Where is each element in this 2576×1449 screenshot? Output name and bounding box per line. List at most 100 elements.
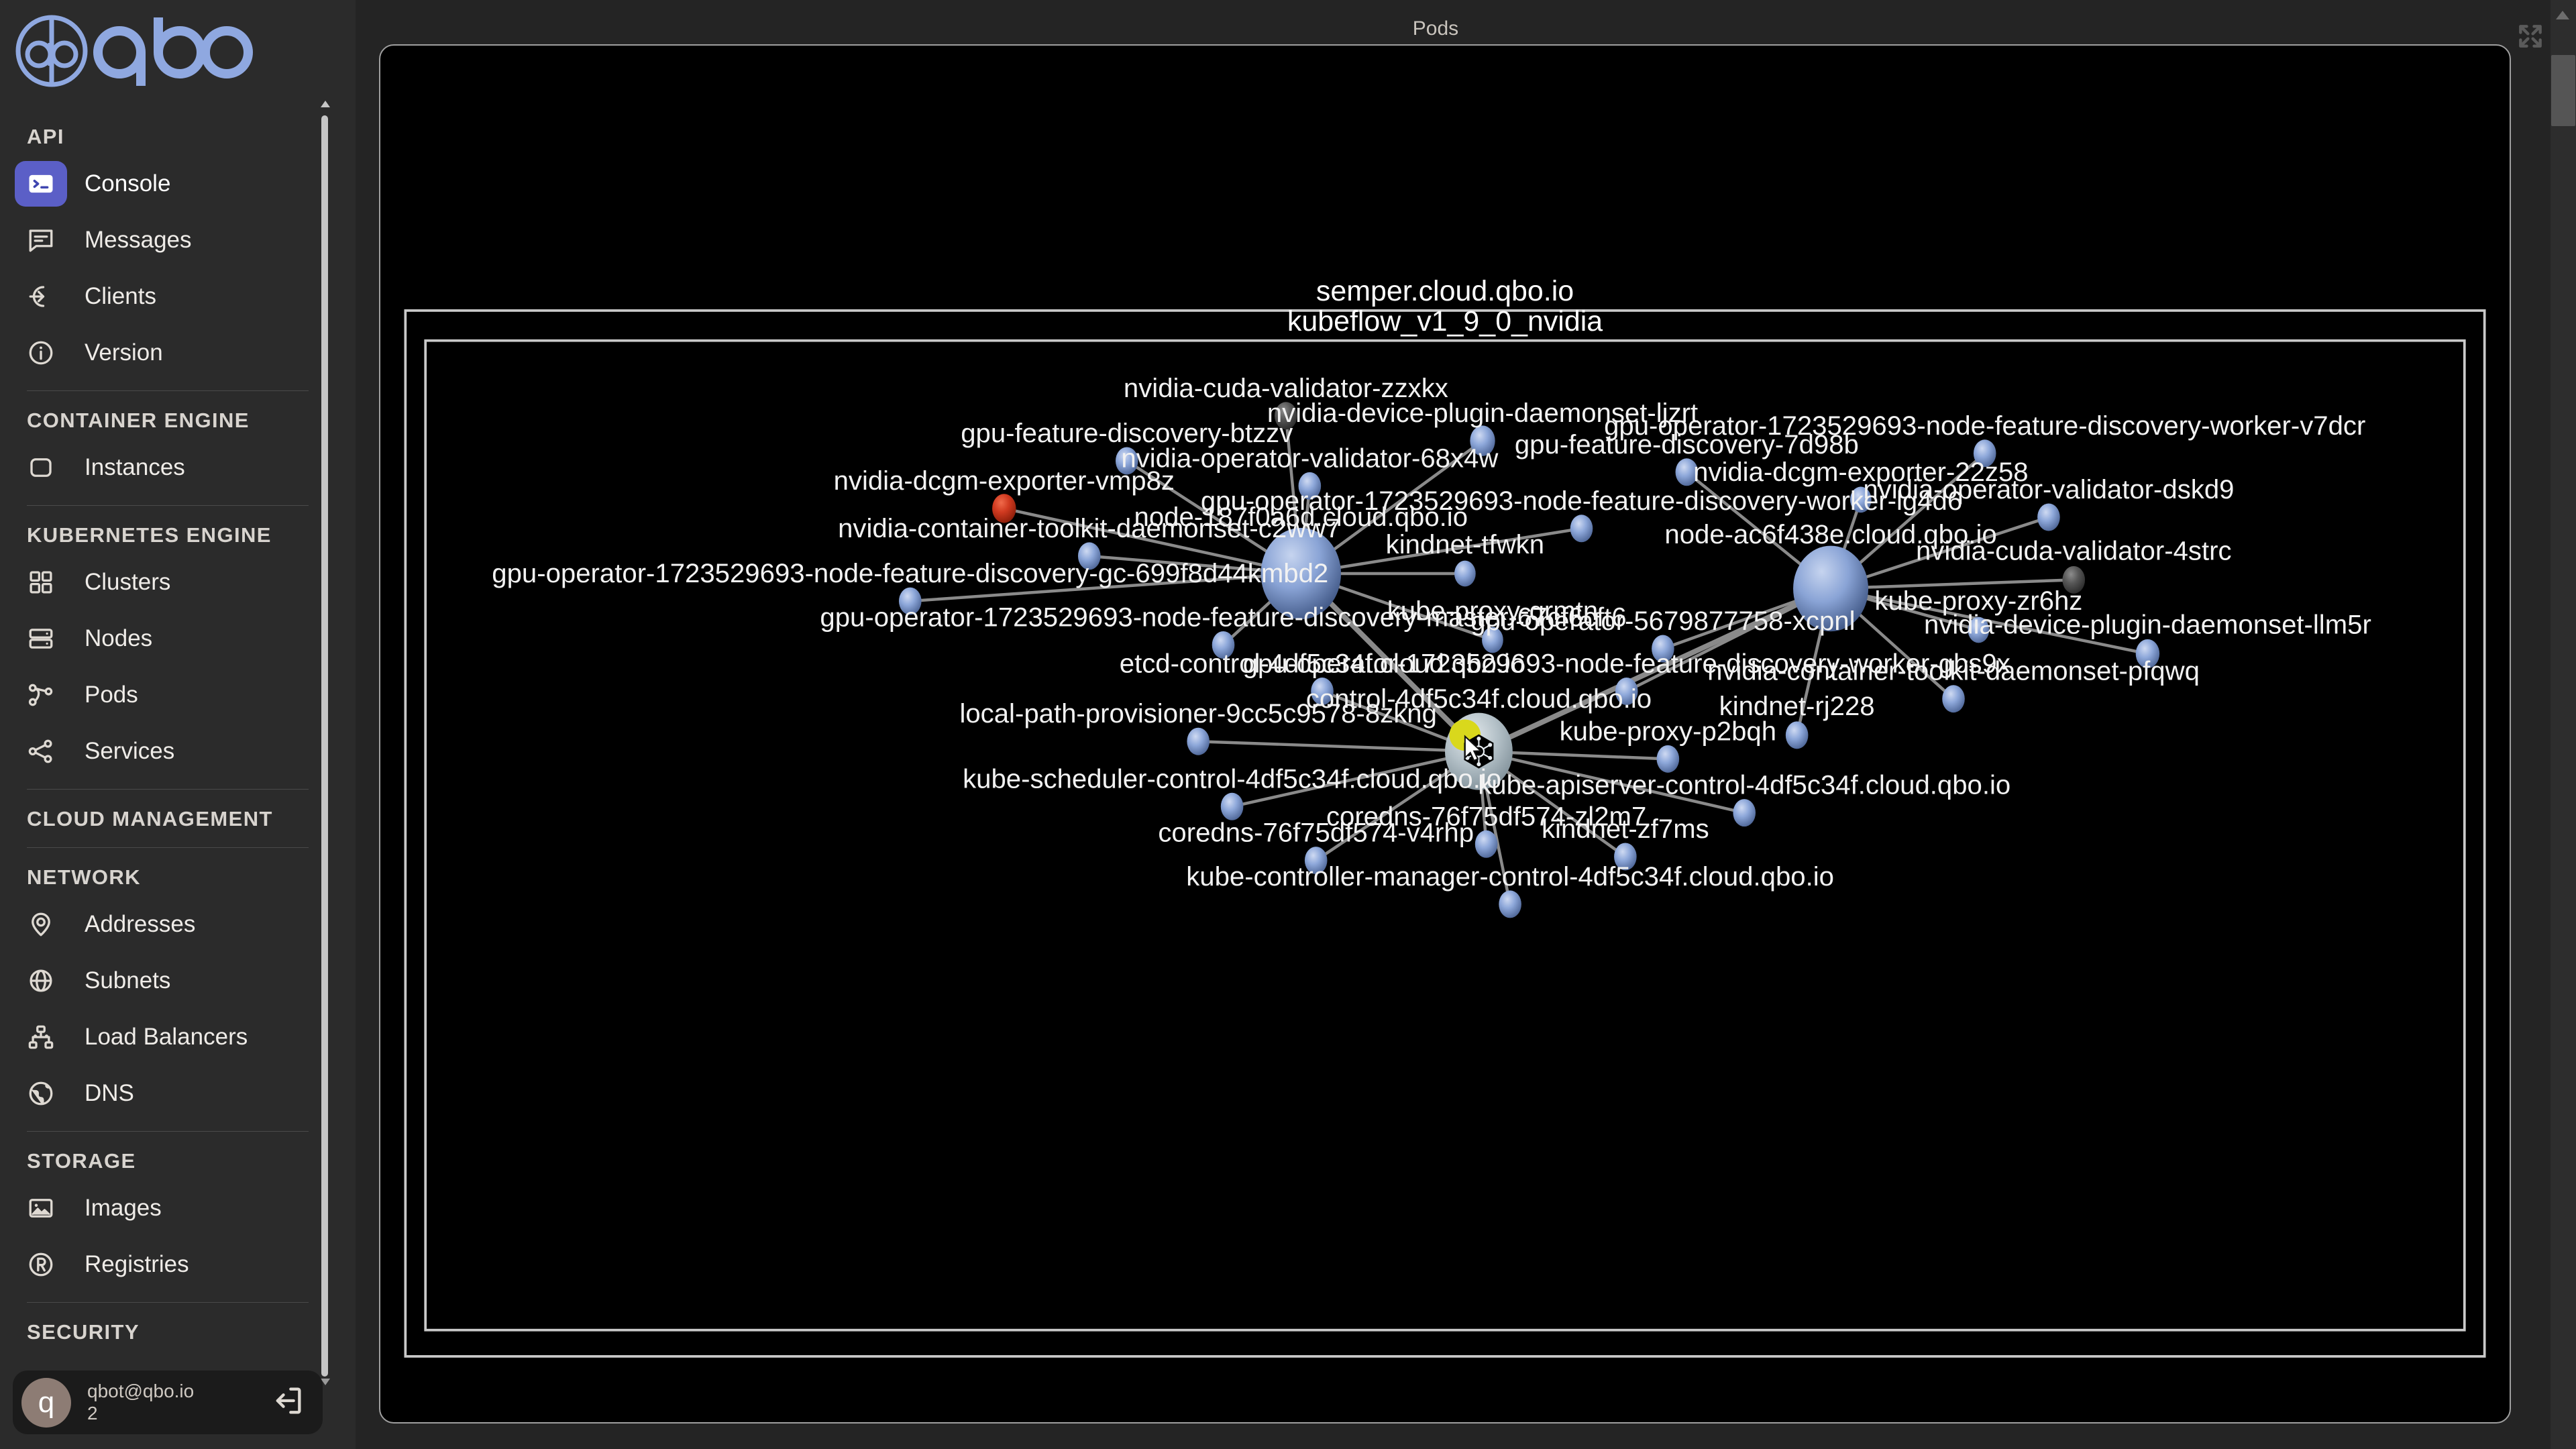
logout-icon[interactable] <box>270 1383 305 1421</box>
graph-container-label: semper.cloud.qbo.io <box>1316 275 1574 307</box>
sidebar-item-label: Version <box>85 339 163 366</box>
app-logo[interactable] <box>13 11 268 111</box>
sidebar-item-label: Load Balancers <box>85 1024 248 1050</box>
sidebar-section-title: CONTAINER ENGINE <box>27 409 250 432</box>
page-title: Pods <box>1412 17 1459 40</box>
graph-pod-label: kube-apiserver-control-4df5c34f.cloud.qb… <box>1478 770 2010 800</box>
user-email: qbot@qbo.io <box>87 1381 195 1402</box>
graph-pod-node[interactable] <box>1733 799 1756 827</box>
sidebar-item-subnets[interactable]: Subnets <box>0 953 335 1009</box>
sidebar-item-registries[interactable]: Registries <box>0 1236 335 1293</box>
square-icon <box>15 445 67 490</box>
sidebar-section-title: NETWORK <box>27 865 141 889</box>
graph-pod-label: kube-proxy-p2bqh <box>1560 716 1776 746</box>
registered-icon <box>15 1242 67 1287</box>
sidebar-item-clusters[interactable]: Clusters <box>0 554 335 610</box>
sidebar: API Console Messages Clients Version CONTAINE… <box>0 0 356 1449</box>
graph-pod-node[interactable] <box>1499 890 1521 918</box>
globe-icon <box>15 958 67 1004</box>
grid-icon <box>15 559 67 605</box>
sidebar-nav: API Console Messages Clients Version CONTAINE… <box>0 107 335 1449</box>
pods-force-graph[interactable]: semper.cloud.qbo.iokubeflow_v1_9_0_nvidi… <box>380 46 2510 1422</box>
sidebar-section-title: STORAGE <box>27 1149 136 1173</box>
graph-pod-label: gpu-operator-5679877758-xcpnl <box>1470 606 1855 636</box>
avatar: q <box>21 1377 71 1428</box>
sidebar-item-load-balancers[interactable]: Load Balancers <box>0 1009 335 1065</box>
sidebar-section-title: CLOUD MANAGEMENT <box>27 807 273 830</box>
graph-pod-label: nvidia-operator-validator-dskd9 <box>1863 474 2234 504</box>
sidebar-item-label: Services <box>85 738 175 764</box>
sidebar-section-title: KUBERNETES ENGINE <box>27 523 272 547</box>
graph-pod-node[interactable] <box>1656 745 1680 773</box>
page-scrollbar-thumb[interactable] <box>2551 55 2575 126</box>
sidebar-item-addresses[interactable]: Addresses <box>0 896 335 953</box>
terminal-icon <box>15 161 67 207</box>
expand-arrows-icon[interactable] <box>2516 21 2545 51</box>
sidebar-scroll-up-arrow[interactable] <box>321 101 330 107</box>
sidebar-item-instances[interactable]: Instances <box>0 439 335 496</box>
pods-icon <box>15 672 67 718</box>
sidebar-item-label: Clients <box>85 283 156 309</box>
graph-pod-node[interactable] <box>1220 792 1244 820</box>
graph-pod-label: kindnet-zf7ms <box>1542 814 1709 844</box>
graph-pod-label: gpu-operator-1723529693-node-feature-dis… <box>492 558 1328 588</box>
login-icon <box>15 274 67 319</box>
loadbalancer-icon <box>15 1014 67 1060</box>
graph-node-label: node-187f0a6d.cloud.qbo.io <box>1134 502 1468 532</box>
sidebar-item-label: Instances <box>85 454 185 480</box>
graph-pod-node[interactable] <box>1570 515 1593 543</box>
graph-pod-label: etcd-control-4df5c34f.cloud.qbo.io <box>1120 649 1525 679</box>
sidebar-item-dns[interactable]: DNS <box>0 1065 335 1122</box>
user-sub-count: 2 <box>87 1402 98 1424</box>
sidebar-item-label: Messages <box>85 227 192 253</box>
pin-icon <box>15 902 67 947</box>
message-icon <box>15 217 67 263</box>
sidebar-item-label: Console <box>85 170 171 197</box>
sidebar-item-label: DNS <box>85 1080 134 1106</box>
page-scrollbar-track[interactable] <box>2551 0 2576 1449</box>
main-panel: Pods semper.cloud.qbo.io kubeflow_v1_9_0… <box>356 0 2576 1449</box>
image-icon <box>15 1185 67 1231</box>
info-icon <box>15 330 67 376</box>
graph-pod-node[interactable] <box>1474 830 1498 858</box>
pods-graph-canvas[interactable]: semper.cloud.qbo.io kubeflow_v1_9_0_nvidi… <box>379 44 2511 1424</box>
graph-container-label: kubeflow_v1_9_0_nvidia <box>1287 305 1603 337</box>
sidebar-item-label: Nodes <box>85 625 153 651</box>
graph-pod-node[interactable] <box>1785 721 1809 749</box>
graph-edge <box>1198 739 1479 753</box>
graph-pod-label: nvidia-operator-validator-68x4w <box>1121 443 1499 473</box>
graph-node-label: control-4df5c34f.cloud.qbo.io <box>1306 684 1652 714</box>
page-scroll-up-arrow[interactable] <box>2556 11 2569 19</box>
sidebar-item-images[interactable]: Images <box>0 1180 335 1236</box>
sidebar-item-label: Pods <box>85 682 138 708</box>
graph-pod-node[interactable] <box>1187 727 1210 755</box>
graph-pod-label: nvidia-device-plugin-daemonset-llm5r <box>1924 610 2371 640</box>
world-icon <box>15 1071 67 1116</box>
sidebar-item-label: Addresses <box>85 911 196 937</box>
sidebar-item-label: Images <box>85 1195 162 1221</box>
graph-pod-label: kindnet-tfwkn <box>1386 529 1544 559</box>
graph-node-label: node-ac6f438e.cloud.qbo.io <box>1664 519 1996 549</box>
sidebar-item-version[interactable]: Version <box>0 325 335 381</box>
graph-pod-label: kube-scheduler-control-4df5c34f.cloud.qb… <box>963 763 1501 794</box>
graph-pod-node[interactable] <box>2037 503 2060 531</box>
sidebar-item-label: Clusters <box>85 569 171 595</box>
sidebar-section-title: SECURITY <box>27 1320 140 1344</box>
sidebar-scrollbar-thumb[interactable] <box>321 115 328 1377</box>
graph-pod-node[interactable] <box>1942 685 1965 713</box>
sidebar-item-clients[interactable]: Clients <box>0 268 335 325</box>
sidebar-item-label: Subnets <box>85 967 171 994</box>
sidebar-item-pods[interactable]: Pods <box>0 667 335 723</box>
graph-pod-node[interactable] <box>1454 560 1476 587</box>
graph-pod-label: kube-controller-manager-control-4df5c34f… <box>1186 861 1834 892</box>
server-icon <box>15 616 67 661</box>
graph-pod-label: nvidia-dcgm-exporter-vmp8z <box>834 466 1175 496</box>
sidebar-item-nodes[interactable]: Nodes <box>0 610 335 667</box>
sidebar-item-console[interactable]: Console <box>0 156 335 212</box>
sidebar-item-messages[interactable]: Messages <box>0 212 335 268</box>
qbo-logo-icon <box>15 15 253 87</box>
sidebar-item-label: Registries <box>85 1251 189 1277</box>
user-account-chip[interactable]: q qbot@qbo.io 2 <box>13 1371 323 1434</box>
sidebar-item-services[interactable]: Services <box>0 723 335 780</box>
sidebar-section-title: API <box>27 125 64 148</box>
